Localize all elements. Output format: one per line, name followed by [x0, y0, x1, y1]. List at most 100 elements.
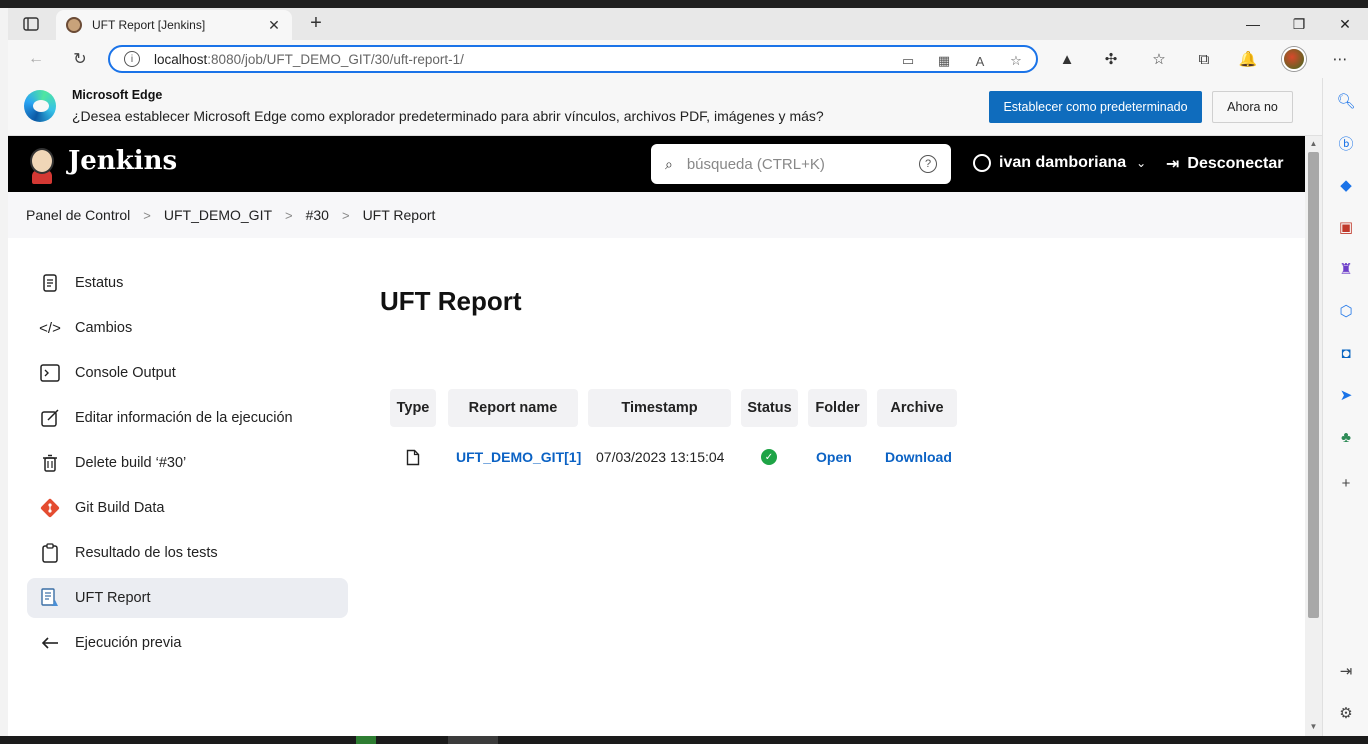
jenkins-logo-icon[interactable]: [26, 144, 58, 184]
extension-triangle-icon[interactable]: ▲: [1056, 49, 1078, 69]
taskbar-strip: [0, 736, 1368, 744]
search-input[interactable]: búsqueda (CTRL+K): [687, 156, 919, 173]
outlook-icon[interactable]: ◘: [1335, 342, 1357, 364]
jenkins-favicon-icon: [66, 17, 82, 33]
tab-actions-icon[interactable]: [20, 14, 42, 34]
sidebar-item-uft-report[interactable]: UFT Report: [27, 578, 348, 618]
column-header-folder: Folder: [808, 389, 867, 427]
app-available-icon[interactable]: ▭: [898, 51, 918, 71]
logout-icon: ⇥: [1166, 156, 1180, 173]
tab-strip: UFT Report [Jenkins] ✕ + — ❐ ✕: [8, 8, 1368, 40]
new-tab-icon[interactable]: +: [304, 12, 328, 36]
archive-download-link[interactable]: Download: [885, 446, 952, 468]
edit-icon: [39, 407, 61, 429]
sidebar-item-label: UFT Report: [75, 590, 151, 606]
jenkins-title[interactable]: Jenkins: [68, 146, 177, 176]
sidebar-item-edit-build-info[interactable]: Editar información de la ejecución: [27, 398, 348, 438]
clipboard-icon: [39, 542, 61, 564]
sidebar-item-cambios[interactable]: </> Cambios: [27, 308, 348, 348]
sidebar-item-test-results[interactable]: Resultado de los tests: [27, 533, 348, 573]
document-icon: [39, 272, 61, 294]
logout-link[interactable]: ⇥ Desconectar: [1166, 154, 1283, 174]
notifications-icon[interactable]: 🔔: [1237, 49, 1259, 69]
address-bar[interactable]: i localhost:8080/job/UFT_DEMO_GIT/30/uft…: [108, 45, 1038, 73]
breadcrumb-build[interactable]: #30: [306, 207, 329, 223]
tab-close-icon[interactable]: ✕: [266, 17, 282, 34]
scrollbar-thumb[interactable]: [1308, 152, 1319, 618]
sidebar-item-label: Resultado de los tests: [75, 545, 218, 561]
shopping-icon[interactable]: ◆: [1335, 174, 1357, 196]
extensions-icon[interactable]: ✣: [1100, 49, 1122, 69]
report-icon: [39, 587, 61, 609]
column-header-type: Type: [390, 389, 436, 427]
tab-uft-report[interactable]: UFT Report [Jenkins] ✕: [56, 10, 292, 40]
page-scrollbar[interactable]: ▲ ▼: [1305, 136, 1322, 736]
arrow-left-icon: [39, 632, 61, 654]
set-default-button[interactable]: Establecer como predeterminado: [989, 91, 1202, 123]
refresh-icon[interactable]: ↻: [68, 48, 92, 70]
code-icon: </>: [39, 319, 61, 337]
sidebar-item-label: Estatus: [75, 275, 124, 291]
profile-avatar[interactable]: [1282, 47, 1306, 71]
collections-icon[interactable]: ⧉: [1193, 49, 1215, 69]
send-icon[interactable]: ➤: [1335, 384, 1357, 406]
back-icon[interactable]: ←: [24, 48, 48, 70]
sidebar-item-delete-build[interactable]: Delete build ‘#30’: [27, 443, 348, 483]
sidebar-item-label: Console Output: [75, 365, 176, 381]
breadcrumb: Panel de Control > UFT_DEMO_GIT > #30 > …: [8, 192, 1305, 238]
favorites-icon[interactable]: ☆: [1148, 49, 1170, 69]
more-menu-icon[interactable]: ⋯: [1329, 49, 1351, 69]
scroll-up-icon[interactable]: ▲: [1308, 139, 1319, 149]
column-header-status: Status: [741, 389, 798, 427]
restore-icon[interactable]: ❐: [1276, 8, 1322, 40]
chevron-down-icon[interactable]: ⌄: [1136, 156, 1146, 170]
jenkins-header: Jenkins ⌕ búsqueda (CTRL+K) ? ivan dambo…: [8, 136, 1305, 192]
window-top-border: [0, 0, 1368, 8]
sidebar-item-git-build-data[interactable]: Git Build Data: [27, 488, 348, 528]
games-icon[interactable]: ♜: [1335, 258, 1357, 280]
breadcrumb-current[interactable]: UFT Report: [363, 207, 436, 223]
qr-code-icon[interactable]: ▦: [934, 51, 954, 71]
microsoft-365-icon[interactable]: ⬡: [1335, 300, 1357, 322]
not-now-button[interactable]: Ahora no: [1212, 91, 1293, 123]
edge-logo-icon: [24, 90, 56, 122]
url-text[interactable]: localhost:8080/job/UFT_DEMO_GIT/30/uft-r…: [154, 52, 464, 67]
user-icon: [973, 154, 991, 172]
status-success-icon: ✓: [761, 446, 777, 468]
breadcrumb-separator-icon: >: [341, 207, 350, 223]
tools-icon[interactable]: ▣: [1335, 216, 1357, 238]
sidebar-item-label: Editar información de la ejecución: [75, 410, 293, 426]
search-icon: ⌕: [665, 155, 673, 172]
search-icon[interactable]: 🔍︎: [1335, 90, 1357, 112]
help-icon[interactable]: ?: [919, 155, 937, 173]
sidebar-item-estatus[interactable]: Estatus: [27, 263, 348, 303]
search-box[interactable]: ⌕ búsqueda (CTRL+K) ?: [651, 144, 951, 184]
terminal-icon: [39, 362, 61, 384]
sidebar-item-label: Cambios: [75, 320, 133, 336]
breadcrumb-job[interactable]: UFT_DEMO_GIT: [164, 207, 272, 223]
window-close-icon[interactable]: ✕: [1322, 8, 1368, 40]
hide-sidebar-icon[interactable]: ⇥: [1335, 660, 1357, 682]
read-aloud-icon[interactable]: A: [970, 51, 990, 71]
breadcrumb-dashboard[interactable]: Panel de Control: [26, 207, 130, 223]
add-icon[interactable]: +: [1335, 472, 1357, 494]
add-favorite-icon[interactable]: ☆: [1006, 51, 1026, 71]
banner-text: ¿Desea establecer Microsoft Edge como ex…: [72, 108, 824, 124]
bing-chat-icon[interactable]: ⓑ: [1335, 132, 1357, 154]
scroll-down-icon[interactable]: ▼: [1308, 722, 1319, 732]
logout-label: Desconectar: [1187, 155, 1284, 172]
browser-toolbar: ← ↻ i localhost:8080/job/UFT_DEMO_GIT/30…: [8, 40, 1368, 78]
settings-icon[interactable]: ⚙: [1335, 702, 1357, 724]
sidebar-item-previous-build[interactable]: Ejecución previa: [27, 623, 348, 663]
sidebar-item-console-output[interactable]: Console Output: [27, 353, 348, 393]
tree-icon[interactable]: ♣: [1335, 426, 1357, 448]
folder-open-link[interactable]: Open: [816, 446, 852, 468]
edge-sidebar: 🔍︎ ⓑ ◆ ▣ ♜ ⬡ ◘ ➤ ♣ + ⇥ ⚙: [1322, 78, 1368, 736]
user-menu[interactable]: ivan damboriana ⌄: [973, 154, 1146, 172]
user-name[interactable]: ivan damboriana: [999, 154, 1126, 172]
site-info-icon[interactable]: i: [124, 51, 140, 67]
minimize-icon[interactable]: —: [1230, 8, 1276, 40]
banner-title: Microsoft Edge: [72, 88, 163, 102]
report-name-link[interactable]: UFT_DEMO_GIT[1]: [456, 446, 581, 468]
column-header-timestamp: Timestamp: [588, 389, 731, 427]
